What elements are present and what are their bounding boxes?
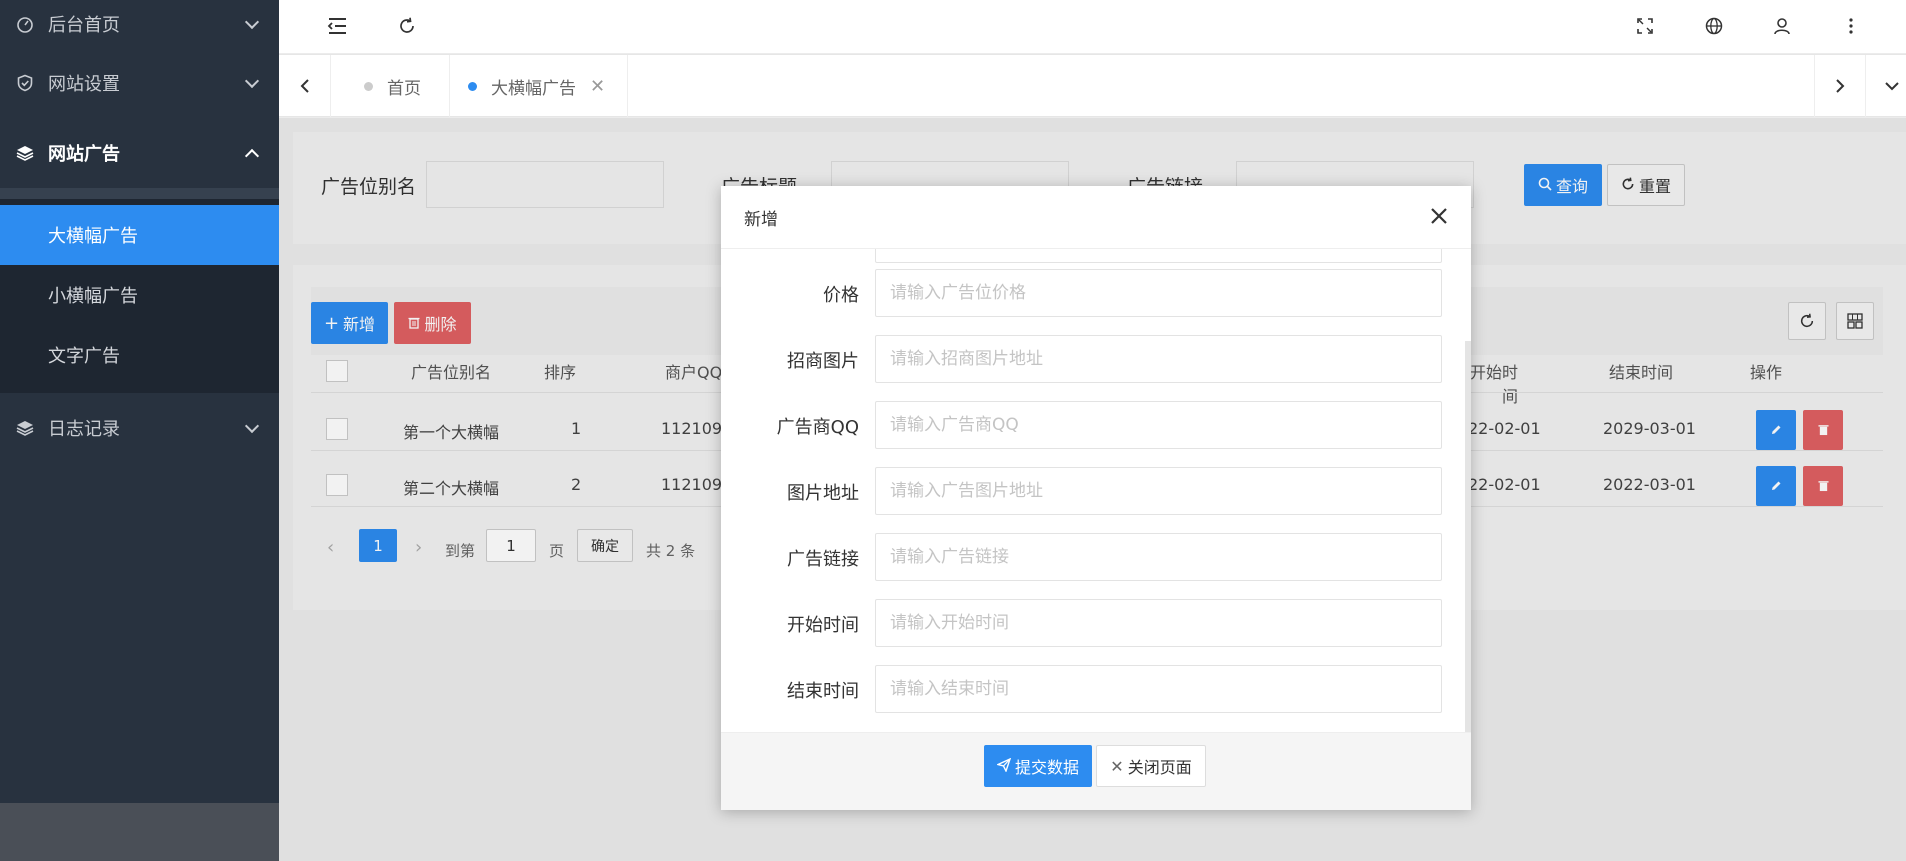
tab-dot <box>364 81 373 91</box>
sidebar-item-logs[interactable]: 日志记录 <box>0 393 279 463</box>
close-icon: ✕ <box>1110 756 1124 776</box>
more-vertical-icon[interactable] <box>1839 14 1863 38</box>
tab-dot <box>468 81 477 91</box>
field-label: 广告商QQ <box>776 417 859 438</box>
tabs-prev-button[interactable] <box>279 55 331 117</box>
globe-icon[interactable] <box>1702 14 1726 38</box>
sidebar: 后台首页 网站设置 网站广告 大横幅广告 小横幅广告 文字广告 日志记录 <box>0 0 279 861</box>
ad-link-input[interactable] <box>875 533 1442 581</box>
layers-icon <box>16 419 34 437</box>
form-row-ad-link: 广告链接 <box>721 533 1471 581</box>
sidebar-item-site-settings[interactable]: 网站设置 <box>0 48 279 118</box>
tab-label: 大横幅广告 <box>491 78 576 99</box>
dialog-scrollbar[interactable] <box>1465 341 1471 732</box>
sidebar-menu: 后台首页 网站设置 网站广告 <box>0 0 279 188</box>
tab-big-banner[interactable]: 大横幅广告 ✕ <box>450 55 628 117</box>
sidebar-item-label: 网站广告 <box>48 144 120 165</box>
tab-label: 首页 <box>387 78 421 99</box>
sidebar-submenu: 大横幅广告 小横幅广告 文字广告 <box>0 199 279 393</box>
form-row-end-time: 结束时间 <box>721 665 1471 713</box>
chevron-left-icon <box>300 79 309 93</box>
chevron-up-icon <box>244 148 260 164</box>
tab-home[interactable]: 首页 <box>332 55 450 117</box>
submit-label: 提交数据 <box>1014 758 1079 777</box>
top-bar <box>279 0 1906 53</box>
fullscreen-icon[interactable] <box>1633 14 1657 38</box>
price-input[interactable] <box>875 269 1442 317</box>
dialog-header: 新增 <box>721 186 1471 249</box>
menu-collapse-icon[interactable] <box>325 14 349 38</box>
close-icon[interactable]: ✕ <box>590 76 605 97</box>
image-url-input[interactable] <box>875 467 1442 515</box>
tabs-bar: 首页 大横幅广告 ✕ <box>279 54 1906 117</box>
field-label: 价格 <box>823 285 859 306</box>
send-icon <box>995 757 1012 776</box>
chevron-down-icon <box>244 73 260 89</box>
field-label: 图片地址 <box>787 483 859 504</box>
sidebar-subitem-text-ad[interactable]: 文字广告 <box>0 325 279 385</box>
form-row-start-time: 开始时间 <box>721 599 1471 647</box>
dialog-body: 价格 招商图片 广告商QQ 图片地址 广告链接 开始时间 结束时间 <box>721 249 1471 732</box>
form-row-price: 价格 <box>721 269 1471 317</box>
chevron-down-icon <box>244 14 260 30</box>
sidebar-item-site-ads[interactable]: 网站广告 <box>0 118 279 188</box>
refresh-icon[interactable] <box>395 14 419 38</box>
sidebar-footer <box>0 803 279 861</box>
dialog-footer: 提交数据 ✕ 关闭页面 <box>721 732 1471 810</box>
sidebar-item-dashboard[interactable]: 后台首页 <box>0 0 279 48</box>
sidebar-subitem-big-banner[interactable]: 大横幅广告 <box>0 205 279 265</box>
shield-icon <box>16 74 34 92</box>
sidebar-item-label: 网站设置 <box>48 74 120 95</box>
dialog-title: 新增 <box>744 209 778 230</box>
sidebar-item-label: 后台首页 <box>48 15 120 36</box>
close-page-label: 关闭页面 <box>1127 758 1192 777</box>
close-page-button[interactable]: ✕ 关闭页面 <box>1096 745 1206 787</box>
submit-button[interactable]: 提交数据 <box>984 745 1092 787</box>
sidebar-lower: 日志记录 <box>0 393 279 803</box>
field-label: 开始时间 <box>787 615 859 636</box>
form-row-advertiser-qq: 广告商QQ <box>721 401 1471 449</box>
layers-icon <box>16 144 34 162</box>
chevron-down-icon <box>1885 82 1899 91</box>
field-label: 广告链接 <box>787 549 859 570</box>
form-row-recruit-image: 招商图片 <box>721 335 1471 383</box>
tabs-menu-button[interactable] <box>1866 55 1906 117</box>
chevron-right-icon <box>1836 79 1845 93</box>
tabs-next-button[interactable] <box>1814 55 1866 117</box>
chevron-down-icon <box>244 418 260 434</box>
previous-field-input[interactable] <box>875 249 1442 263</box>
start-time-input[interactable] <box>875 599 1442 647</box>
field-label: 结束时间 <box>787 681 859 702</box>
recruit-image-input[interactable] <box>875 335 1442 383</box>
sidebar-subitem-small-banner[interactable]: 小横幅广告 <box>0 265 279 325</box>
form-row-image-url: 图片地址 <box>721 467 1471 515</box>
user-icon[interactable] <box>1770 14 1794 38</box>
add-dialog: 新增 价格 招商图片 广告商QQ 图片地址 广告链接 开始时间 <box>721 186 1471 810</box>
sidebar-item-label: 日志记录 <box>48 419 120 440</box>
field-label: 招商图片 <box>787 351 859 372</box>
end-time-input[interactable] <box>875 665 1442 713</box>
advertiser-qq-input[interactable] <box>875 401 1442 449</box>
dashboard-icon <box>16 15 34 33</box>
close-icon[interactable] <box>1425 202 1453 230</box>
